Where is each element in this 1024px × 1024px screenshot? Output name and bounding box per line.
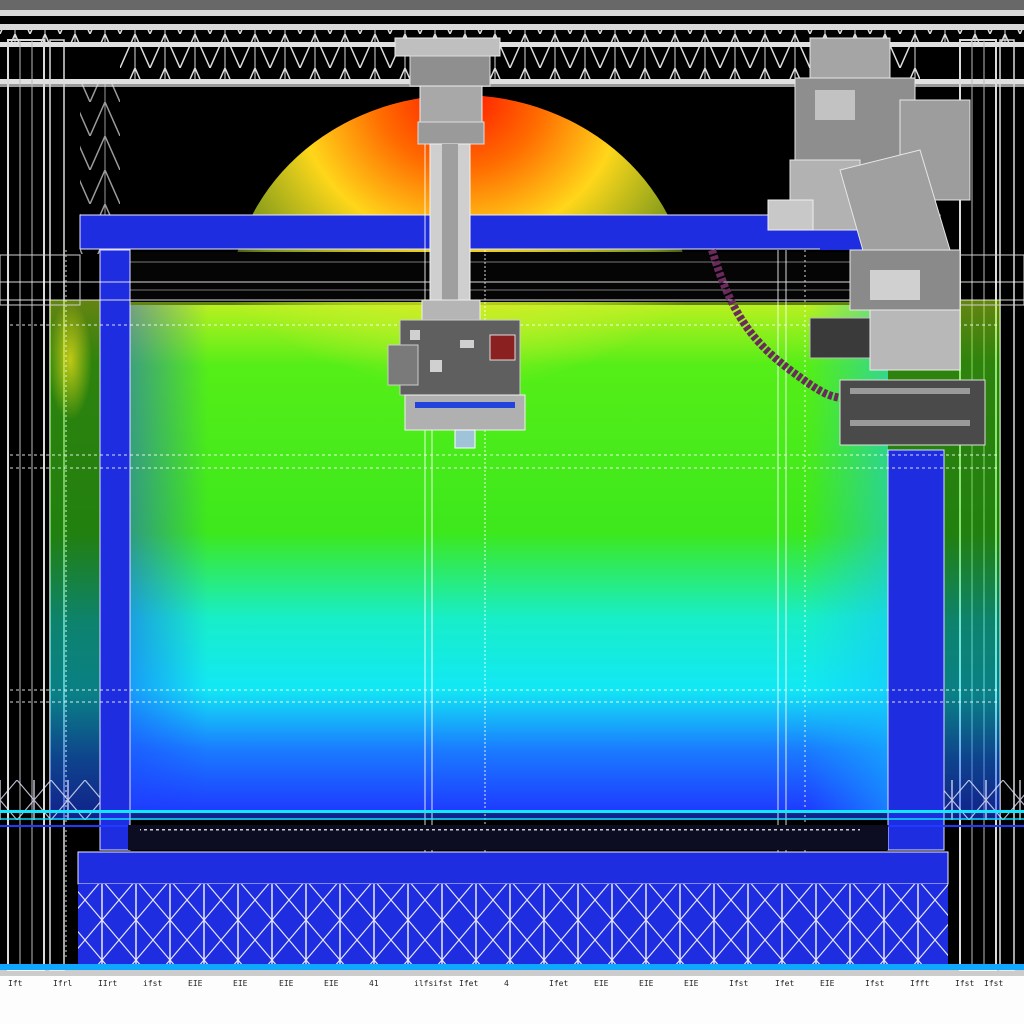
ruler-tick-label: 41 (369, 979, 379, 988)
ruler-tick-label: IIrt (98, 979, 118, 988)
ruler-tick-label: EIE (324, 979, 339, 988)
ruler-tick-label: Ifst (729, 979, 749, 988)
ruler-tick-label: Ifst (865, 979, 885, 988)
ruler-tick-label: Ifst (984, 979, 1004, 988)
lower-bed (0, 825, 1024, 976)
ruler-tick-label: EIE (820, 979, 835, 988)
ruler-tick-label: EIE (639, 979, 654, 988)
ruler-tick-label: EIE (233, 979, 248, 988)
ruler-tick-label: Ifet (549, 979, 569, 988)
ruler-tick-label: ilfsifst (414, 979, 453, 988)
ruler-tick-label: Ifrl (53, 979, 73, 988)
ruler-tick-label: Ifet (775, 979, 795, 988)
ruler-tick-label: Ifet (459, 979, 479, 988)
ruler-tick-label: EIE (279, 979, 294, 988)
ruler-tick-label: Ifft (910, 979, 930, 988)
ruler-tick-label: Ift (8, 979, 23, 988)
ruler-tick-label: EIE (188, 979, 203, 988)
simulation-viewport[interactable] (0, 0, 1024, 1024)
ruler-tick-label: 4 (504, 979, 509, 988)
ruler-tick-label: EIE (684, 979, 699, 988)
ruler-tick-label: ifst (143, 979, 163, 988)
ruler-tick-label: EIE (594, 979, 609, 988)
ruler-tick-label: Ifst (955, 979, 975, 988)
